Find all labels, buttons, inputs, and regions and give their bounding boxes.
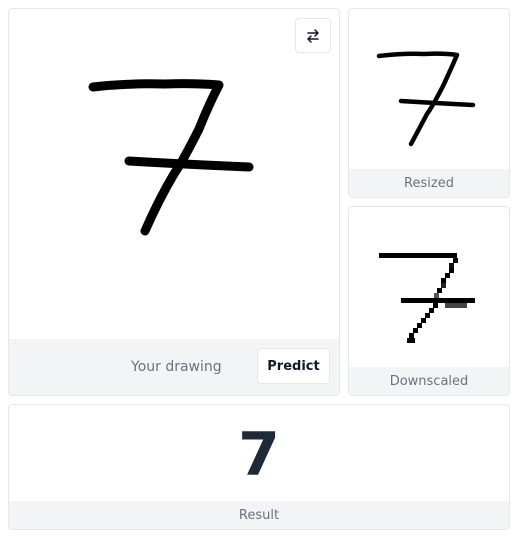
drawing-panel: Your drawing Predict <box>8 8 340 396</box>
resized-label: Resized <box>404 175 454 191</box>
predict-button[interactable]: Predict <box>257 348 330 384</box>
resized-image <box>376 51 476 147</box>
result-panel: 7 Result <box>8 404 510 530</box>
downscaled-label: Downscaled <box>389 373 469 389</box>
result-footer: Result <box>9 501 509 529</box>
swap-arrows-icon <box>307 28 319 43</box>
result-label: Result <box>238 507 280 523</box>
swap-button[interactable] <box>295 18 331 53</box>
downscaled-footer: Downscaled <box>349 367 509 395</box>
drawing-canvas[interactable] <box>9 9 340 341</box>
result-digit: 7 <box>238 420 280 490</box>
resized-panel: Resized <box>348 8 510 198</box>
resized-footer: Resized <box>349 169 509 197</box>
drawing-footer: Your drawing Predict <box>9 339 339 395</box>
downscaled-image <box>379 253 475 343</box>
drawing-label: Your drawing <box>131 359 222 375</box>
downscaled-panel: Downscaled <box>348 206 510 396</box>
